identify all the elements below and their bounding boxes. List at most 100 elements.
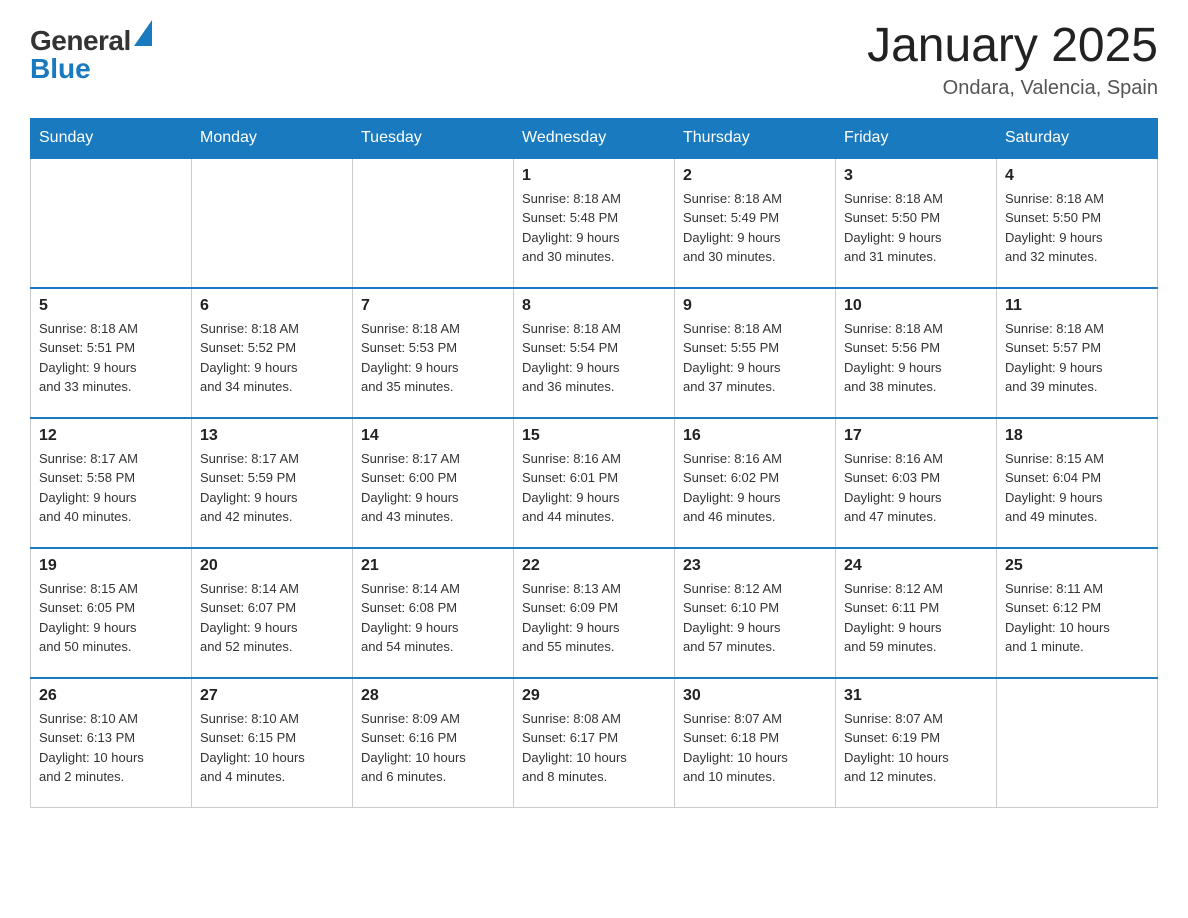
calendar-cell: 28 Sunrise: 8:09 AM Sunset: 6:16 PM Dayli… <box>353 678 514 808</box>
calendar-cell: 11 Sunrise: 8:18 AM Sunset: 5:57 PM Dayli… <box>997 288 1158 418</box>
calendar-cell: 24Sunrise: 8:12 AM Sunset: 6:11 PM Dayli… <box>836 548 997 678</box>
day-info: Sunrise: 8:18 AM Sunset: 5:55 PM Dayligh… <box>683 319 827 397</box>
day-info: Sunrise: 8:18 AM Sunset: 5:57 PM Dayligh… <box>1005 319 1149 397</box>
day-info: Sunrise: 8:18 AM Sunset: 5:56 PM Dayligh… <box>844 319 988 397</box>
logo-general-text: General <box>30 27 131 55</box>
calendar-cell: 30Sunrise: 8:07 AM Sunset: 6:18 PM Dayli… <box>675 678 836 808</box>
day-info: Sunrise: 8:18 AM Sunset: 5:53 PM Dayligh… <box>361 319 505 397</box>
calendar-cell: 25Sunrise: 8:11 AM Sunset: 6:12 PM Dayli… <box>997 548 1158 678</box>
day-number: 14 <box>361 427 505 445</box>
day-info: Sunrise: 8:07 AM Sunset: 6:18 PM Dayligh… <box>683 709 827 787</box>
calendar-cell: 20 Sunrise: 8:14 AM Sunset: 6:07 PM Dayli… <box>192 548 353 678</box>
day-info: Sunrise: 8:18 AM Sunset: 5:50 PM Dayligh… <box>844 189 988 267</box>
calendar-title: January 2025 <box>867 20 1158 73</box>
calendar-cell: 3Sunrise: 8:18 AM Sunset: 5:50 PM Daylig… <box>836 158 997 288</box>
calendar-cell: 22 Sunrise: 8:13 AM Sunset: 6:09 PM Dayli… <box>514 548 675 678</box>
calendar-cell: 19 Sunrise: 8:15 AM Sunset: 6:05 PM Dayli… <box>31 548 192 678</box>
calendar-cell: 23Sunrise: 8:12 AM Sunset: 6:10 PM Dayli… <box>675 548 836 678</box>
day-number: 28 <box>361 687 505 705</box>
day-info: Sunrise: 8:17 AM Sunset: 5:58 PM Dayligh… <box>39 449 183 527</box>
day-number: 9 <box>683 297 827 315</box>
day-info: Sunrise: 8:07 AM Sunset: 6:19 PM Dayligh… <box>844 709 988 787</box>
day-number: 18 <box>1005 427 1149 445</box>
calendar-cell: 26 Sunrise: 8:10 AM Sunset: 6:13 PM Dayli… <box>31 678 192 808</box>
day-number: 31 <box>844 687 988 705</box>
calendar-cell: 14 Sunrise: 8:17 AM Sunset: 6:00 PM Dayli… <box>353 418 514 548</box>
day-number: 13 <box>200 427 344 445</box>
day-number: 8 <box>522 297 666 315</box>
calendar-cell: 1 Sunrise: 8:18 AM Sunset: 5:48 PM Daylig… <box>514 158 675 288</box>
calendar-cell <box>997 678 1158 808</box>
day-number: 16 <box>683 427 827 445</box>
col-header-tuesday: Tuesday <box>353 118 514 158</box>
day-number: 19 <box>39 557 183 575</box>
logo-triangle-icon <box>134 20 152 50</box>
day-info: Sunrise: 8:16 AM Sunset: 6:01 PM Dayligh… <box>522 449 666 527</box>
day-number: 12 <box>39 427 183 445</box>
calendar-cell: 29 Sunrise: 8:08 AM Sunset: 6:17 PM Dayli… <box>514 678 675 808</box>
calendar-cell: 15 Sunrise: 8:16 AM Sunset: 6:01 PM Dayli… <box>514 418 675 548</box>
day-info: Sunrise: 8:18 AM Sunset: 5:50 PM Dayligh… <box>1005 189 1149 267</box>
day-number: 29 <box>522 687 666 705</box>
day-info: Sunrise: 8:15 AM Sunset: 6:04 PM Dayligh… <box>1005 449 1149 527</box>
day-info: Sunrise: 8:18 AM Sunset: 5:51 PM Dayligh… <box>39 319 183 397</box>
day-number: 27 <box>200 687 344 705</box>
day-info: Sunrise: 8:18 AM Sunset: 5:49 PM Dayligh… <box>683 189 827 267</box>
day-info: Sunrise: 8:12 AM Sunset: 6:11 PM Dayligh… <box>844 579 988 657</box>
col-header-thursday: Thursday <box>675 118 836 158</box>
day-info: Sunrise: 8:17 AM Sunset: 6:00 PM Dayligh… <box>361 449 505 527</box>
day-info: Sunrise: 8:18 AM Sunset: 5:48 PM Dayligh… <box>522 189 666 267</box>
col-header-wednesday: Wednesday <box>514 118 675 158</box>
calendar-cell: 2 Sunrise: 8:18 AM Sunset: 5:49 PM Daylig… <box>675 158 836 288</box>
title-area: January 2025 Ondara, Valencia, Spain <box>867 20 1158 100</box>
calendar-cell: 27Sunrise: 8:10 AM Sunset: 6:15 PM Dayli… <box>192 678 353 808</box>
day-number: 6 <box>200 297 344 315</box>
day-number: 23 <box>683 557 827 575</box>
day-info: Sunrise: 8:16 AM Sunset: 6:03 PM Dayligh… <box>844 449 988 527</box>
day-info: Sunrise: 8:09 AM Sunset: 6:16 PM Dayligh… <box>361 709 505 787</box>
day-info: Sunrise: 8:17 AM Sunset: 5:59 PM Dayligh… <box>200 449 344 527</box>
calendar-cell: 17 Sunrise: 8:16 AM Sunset: 6:03 PM Dayli… <box>836 418 997 548</box>
day-number: 15 <box>522 427 666 445</box>
calendar-cell: 10 Sunrise: 8:18 AM Sunset: 5:56 PM Dayli… <box>836 288 997 418</box>
day-info: Sunrise: 8:18 AM Sunset: 5:52 PM Dayligh… <box>200 319 344 397</box>
header: General Blue January 2025 Ondara, Valenc… <box>30 20 1158 100</box>
calendar-cell: 9 Sunrise: 8:18 AM Sunset: 5:55 PM Daylig… <box>675 288 836 418</box>
day-number: 4 <box>1005 167 1149 185</box>
calendar-cell <box>192 158 353 288</box>
day-number: 17 <box>844 427 988 445</box>
logo: General Blue <box>30 20 152 83</box>
calendar-week-row: 1 Sunrise: 8:18 AM Sunset: 5:48 PM Daylig… <box>31 158 1158 288</box>
calendar-cell: 6 Sunrise: 8:18 AM Sunset: 5:52 PM Daylig… <box>192 288 353 418</box>
day-number: 26 <box>39 687 183 705</box>
day-info: Sunrise: 8:14 AM Sunset: 6:08 PM Dayligh… <box>361 579 505 657</box>
day-number: 1 <box>522 167 666 185</box>
calendar-week-row: 5Sunrise: 8:18 AM Sunset: 5:51 PM Daylig… <box>31 288 1158 418</box>
calendar-week-row: 26 Sunrise: 8:10 AM Sunset: 6:13 PM Dayli… <box>31 678 1158 808</box>
calendar-cell: 5Sunrise: 8:18 AM Sunset: 5:51 PM Daylig… <box>31 288 192 418</box>
day-number: 11 <box>1005 297 1149 315</box>
calendar-cell: 31 Sunrise: 8:07 AM Sunset: 6:19 PM Dayli… <box>836 678 997 808</box>
day-number: 10 <box>844 297 988 315</box>
day-info: Sunrise: 8:14 AM Sunset: 6:07 PM Dayligh… <box>200 579 344 657</box>
day-info: Sunrise: 8:16 AM Sunset: 6:02 PM Dayligh… <box>683 449 827 527</box>
day-number: 7 <box>361 297 505 315</box>
logo-blue-text: Blue <box>30 55 152 83</box>
calendar-cell: 12 Sunrise: 8:17 AM Sunset: 5:58 PM Dayli… <box>31 418 192 548</box>
day-number: 20 <box>200 557 344 575</box>
calendar-week-row: 12 Sunrise: 8:17 AM Sunset: 5:58 PM Dayli… <box>31 418 1158 548</box>
day-info: Sunrise: 8:15 AM Sunset: 6:05 PM Dayligh… <box>39 579 183 657</box>
day-number: 25 <box>1005 557 1149 575</box>
calendar-subtitle: Ondara, Valencia, Spain <box>867 77 1158 100</box>
calendar-cell <box>353 158 514 288</box>
calendar-week-row: 19 Sunrise: 8:15 AM Sunset: 6:05 PM Dayli… <box>31 548 1158 678</box>
calendar-cell: 21Sunrise: 8:14 AM Sunset: 6:08 PM Dayli… <box>353 548 514 678</box>
col-header-friday: Friday <box>836 118 997 158</box>
calendar-header-row: SundayMondayTuesdayWednesdayThursdayFrid… <box>31 118 1158 158</box>
day-info: Sunrise: 8:10 AM Sunset: 6:13 PM Dayligh… <box>39 709 183 787</box>
day-info: Sunrise: 8:18 AM Sunset: 5:54 PM Dayligh… <box>522 319 666 397</box>
day-number: 22 <box>522 557 666 575</box>
day-info: Sunrise: 8:08 AM Sunset: 6:17 PM Dayligh… <box>522 709 666 787</box>
day-number: 2 <box>683 167 827 185</box>
day-info: Sunrise: 8:13 AM Sunset: 6:09 PM Dayligh… <box>522 579 666 657</box>
